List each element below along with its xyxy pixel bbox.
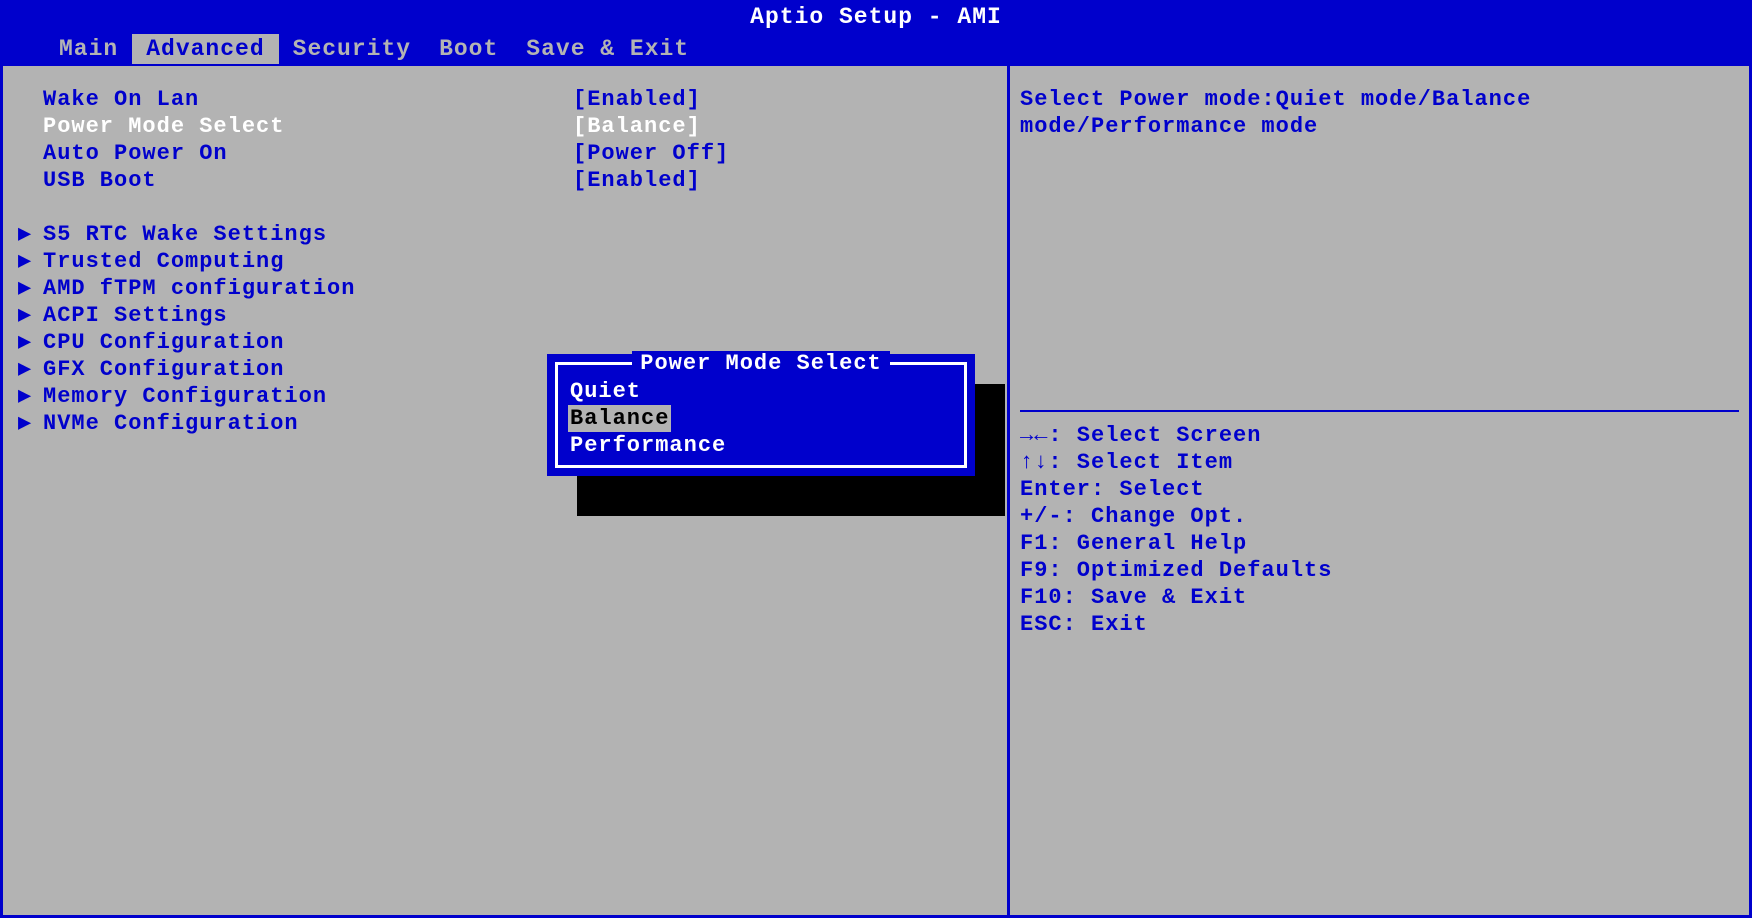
submenu-acpi-settings[interactable]: ▶ ACPI Settings	[13, 302, 997, 329]
setting-usb-boot[interactable]: USB Boot [Enabled]	[13, 167, 997, 194]
chevron-right-icon: ▶	[13, 410, 43, 437]
keyhelp-esc: ESC: Exit	[1020, 611, 1739, 638]
submenu-label: ACPI Settings	[43, 302, 228, 329]
chevron-right-icon: ▶	[13, 221, 43, 248]
keyhelp-general-help: F1: General Help	[1020, 530, 1739, 557]
chevron-right-icon: ▶	[13, 302, 43, 329]
setting-value: [Balance]	[573, 113, 997, 140]
submenu-label: Memory Configuration	[43, 383, 327, 410]
popup-option-quiet[interactable]: Quiet	[568, 378, 954, 405]
popup-option-performance[interactable]: Performance	[568, 432, 954, 459]
tab-save-exit[interactable]: Save & Exit	[512, 34, 703, 64]
chevron-right-icon: ▶	[13, 356, 43, 383]
tab-security[interactable]: Security	[279, 34, 425, 64]
setting-auto-power-on[interactable]: Auto Power On [Power Off]	[13, 140, 997, 167]
tab-advanced[interactable]: Advanced	[132, 34, 278, 64]
submenu-label: GFX Configuration	[43, 356, 284, 383]
keyhelp-save-exit: F10: Save & Exit	[1020, 584, 1739, 611]
submenu-trusted-computing[interactable]: ▶ Trusted Computing	[13, 248, 997, 275]
settings-panel: Wake On Lan [Enabled] Power Mode Select …	[0, 66, 1010, 918]
bios-tabs: Main Advanced Security Boot Save & Exit	[0, 34, 1752, 64]
submenu-label: S5 RTC Wake Settings	[43, 221, 327, 248]
submenu-label: AMD fTPM configuration	[43, 275, 355, 302]
help-panel: Select Power mode:Quiet mode/Balance mod…	[1010, 66, 1752, 918]
tab-main[interactable]: Main	[45, 34, 132, 64]
keyhelp-change-opt: +/-: Change Opt.	[1020, 503, 1739, 530]
divider	[1020, 410, 1739, 412]
setting-label: Wake On Lan	[13, 86, 573, 113]
popup-option-balance[interactable]: Balance	[568, 405, 671, 432]
chevron-right-icon: ▶	[13, 248, 43, 275]
setting-value: [Enabled]	[573, 86, 997, 113]
chevron-right-icon: ▶	[13, 329, 43, 356]
chevron-right-icon: ▶	[13, 383, 43, 410]
submenu-label: Trusted Computing	[43, 248, 284, 275]
chevron-right-icon: ▶	[13, 275, 43, 302]
tab-boot[interactable]: Boot	[425, 34, 512, 64]
setting-power-mode-select[interactable]: Power Mode Select [Balance]	[13, 113, 997, 140]
keyhelp-select-item: ↑↓: Select Item	[1020, 449, 1739, 476]
submenu-label: NVMe Configuration	[43, 410, 299, 437]
spacer	[13, 194, 997, 221]
keyhelp-enter: Enter: Select	[1020, 476, 1739, 503]
bios-header: Aptio Setup - AMI Main Advanced Security…	[0, 0, 1752, 66]
spacer	[1020, 638, 1739, 905]
main-area: Wake On Lan [Enabled] Power Mode Select …	[0, 66, 1752, 918]
keyhelp-select-screen: →←: Select Screen	[1020, 422, 1739, 449]
help-fill	[1020, 140, 1739, 400]
submenu-amd-ftpm[interactable]: ▶ AMD fTPM configuration	[13, 275, 997, 302]
setting-wake-on-lan[interactable]: Wake On Lan [Enabled]	[13, 86, 997, 113]
popup-title: Power Mode Select	[632, 351, 889, 376]
power-mode-popup: Power Mode Select Quiet Balance Performa…	[547, 354, 975, 476]
setting-label: Auto Power On	[13, 140, 573, 167]
help-text: Select Power mode:Quiet mode/Balance mod…	[1020, 86, 1739, 140]
submenu-label: CPU Configuration	[43, 329, 284, 356]
setting-value: [Enabled]	[573, 167, 997, 194]
popup-inner: Power Mode Select Quiet Balance Performa…	[555, 362, 967, 468]
popup-title-wrap: Power Mode Select	[568, 351, 954, 376]
setting-value: [Power Off]	[573, 140, 997, 167]
keyhelp-optimized-defaults: F9: Optimized Defaults	[1020, 557, 1739, 584]
submenu-s5-rtc-wake[interactable]: ▶ S5 RTC Wake Settings	[13, 221, 997, 248]
setting-label: USB Boot	[13, 167, 573, 194]
setting-label: Power Mode Select	[13, 113, 573, 140]
bios-title: Aptio Setup - AMI	[0, 0, 1752, 34]
